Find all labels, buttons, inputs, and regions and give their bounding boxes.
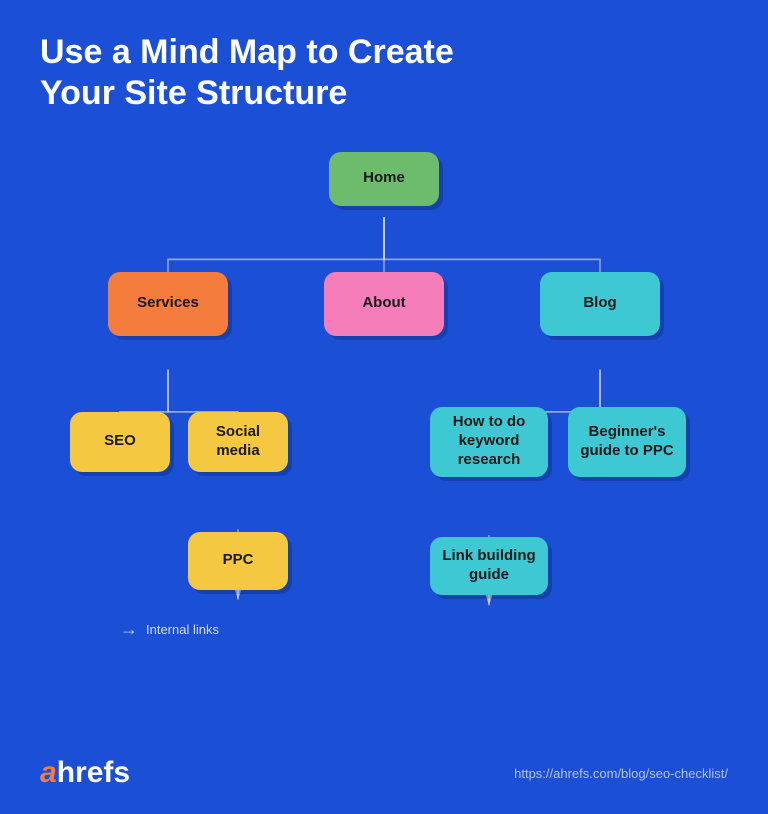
node-about-label: About <box>362 294 405 313</box>
mindmap-area: Home Services About Blog SEO Social medi… <box>40 142 728 740</box>
node-beginners-guide: Beginner's guide to PPC <box>568 407 686 477</box>
node-seo: SEO <box>70 412 170 472</box>
nodes-container: Home Services About Blog SEO Social medi… <box>40 142 728 740</box>
node-home-label: Home <box>363 169 405 188</box>
node-keyword-label: How to do keyword research <box>440 413 538 469</box>
main-container: Use a Mind Map to Create Your Site Struc… <box>0 0 768 814</box>
node-ppc-label: PPC <box>223 551 254 570</box>
brand-name-hrefs: hrefs <box>57 756 130 790</box>
node-beginner-label: Beginner's guide to PPC <box>578 423 676 461</box>
title-line1: Use a Mind Map to Create <box>40 33 454 71</box>
brand-url: https://ahrefs.com/blog/seo-checklist/ <box>514 766 728 781</box>
node-home: Home <box>329 152 439 206</box>
page-title: Use a Mind Map to Create Your Site Struc… <box>40 32 728 114</box>
node-services-label: Services <box>137 294 199 313</box>
node-blog-label: Blog <box>583 294 616 313</box>
brand-logo: a hrefs <box>40 756 130 790</box>
node-link-building: Link building guide <box>430 537 548 595</box>
node-keyword-research: How to do keyword research <box>430 407 548 477</box>
node-social-media: Social media <box>188 412 288 472</box>
node-services: Services <box>108 272 228 336</box>
node-ppc: PPC <box>188 532 288 590</box>
node-social-label: Social media <box>198 423 278 461</box>
node-about: About <box>324 272 444 336</box>
node-linkbuilding-label: Link building guide <box>440 547 538 585</box>
brand-letter-a: a <box>40 756 57 790</box>
title-line2: Your Site Structure <box>40 74 347 112</box>
node-seo-label: SEO <box>104 432 136 451</box>
footer: a hrefs https://ahrefs.com/blog/seo-chec… <box>40 748 728 790</box>
node-blog: Blog <box>540 272 660 336</box>
